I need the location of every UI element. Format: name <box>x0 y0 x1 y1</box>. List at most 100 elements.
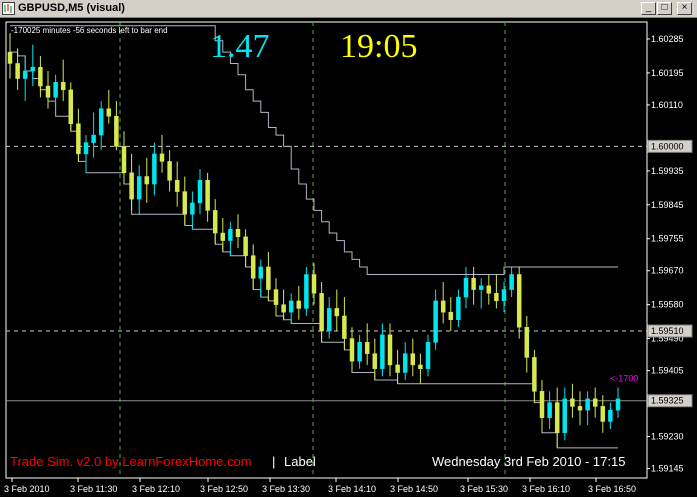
candle-body <box>266 266 271 290</box>
candle-body <box>471 278 476 290</box>
candle-body <box>288 300 294 313</box>
footer-label: Label <box>284 454 316 469</box>
candle-body <box>456 296 461 320</box>
candle-body <box>205 180 210 211</box>
candle-body <box>68 89 74 125</box>
candle-body <box>281 304 286 313</box>
chart-area[interactable]: 1.60285 1.60195 1.60110 1.60000 1.59935 1.598… <box>0 18 697 497</box>
candle-body <box>190 202 195 215</box>
time-axis-label: 3 Feb 15:30 <box>460 484 508 494</box>
candle-body <box>615 398 621 411</box>
candle-body <box>167 161 172 181</box>
price-axis-label: 1.59755 <box>651 234 684 244</box>
candle-body <box>418 364 423 369</box>
candle-body <box>273 289 279 305</box>
candle-body <box>425 342 431 369</box>
candle-body <box>53 82 58 98</box>
candle-body <box>516 274 522 328</box>
candle-body <box>600 406 606 422</box>
candle-body <box>212 210 218 234</box>
footer-separator: | <box>272 454 276 469</box>
candle-body <box>7 51 13 64</box>
candle-body <box>129 172 134 200</box>
time-axis-label: 3 Feb 12:50 <box>200 484 248 494</box>
candle-body <box>532 357 537 392</box>
candle-body <box>304 274 309 309</box>
candle-body <box>433 300 438 343</box>
candle-body <box>410 353 416 366</box>
candle-body <box>463 278 469 298</box>
window-titlebar[interactable]: GBPUSD,M5 (visual) _ □ × <box>0 0 697 18</box>
big-time-label: 19:05 <box>340 28 418 65</box>
candle-body <box>554 402 560 434</box>
candle-body <box>182 191 188 215</box>
price-axis-label: 1.59935 <box>651 166 684 176</box>
arrow-label: <-1700 <box>610 374 638 384</box>
candle-body <box>585 398 590 411</box>
window-title: GBPUSD,M5 (visual) <box>18 2 125 14</box>
candle-body <box>342 315 347 339</box>
close-button[interactable]: × <box>677 2 692 15</box>
price-axis-label: 1.59145 <box>651 464 684 474</box>
middle-price-marker: 1.59510 <box>651 326 684 336</box>
big-value-label: 1.47 <box>210 28 270 65</box>
time-axis-label: 3 Feb 2010 <box>4 484 50 494</box>
candle-body <box>364 342 370 354</box>
time-axis-label: 3 Feb 14:10 <box>328 484 376 494</box>
candle-body <box>577 406 583 411</box>
minimize-button[interactable]: _ <box>641 2 656 15</box>
candle-body <box>326 308 332 332</box>
candle-body <box>524 327 530 358</box>
candle-body <box>380 334 385 369</box>
candle-body <box>296 300 302 309</box>
candle-body <box>60 82 66 91</box>
candle-body <box>38 66 43 87</box>
candle-body <box>15 63 20 79</box>
candle-body <box>608 409 613 422</box>
candle-body <box>402 353 408 373</box>
candle-body <box>592 398 598 407</box>
current-price-marker: 1.59325 <box>651 396 684 406</box>
candle-body <box>30 66 36 72</box>
candle-body <box>144 176 150 185</box>
time-axis-label: 3 Feb 12:10 <box>132 484 180 494</box>
candle-body <box>174 180 180 192</box>
candle-body <box>448 311 454 320</box>
candle-body <box>334 308 340 317</box>
restore-button[interactable]: □ <box>657 2 672 15</box>
candle-body <box>106 108 112 117</box>
footer-brand: Trade Sim. v2.0 by LearnForexHome.com <box>10 454 252 469</box>
candle-body <box>372 353 378 369</box>
candle-body <box>440 300 446 313</box>
candle-body <box>562 398 568 434</box>
candle-body <box>539 391 545 418</box>
candle-body <box>98 108 104 136</box>
candle-body <box>152 153 157 185</box>
price-axis-label: 1.60110 <box>651 100 683 110</box>
time-axis-label: 3 Feb 14:50 <box>390 484 438 494</box>
price-axis-label: 1.59230 <box>651 432 684 442</box>
footer-date: Wednesday 3rd Feb 2010 - 17:15 <box>432 454 626 469</box>
candle-body <box>486 285 492 294</box>
candle-body <box>395 364 400 373</box>
candle-body <box>235 229 241 238</box>
candle-body <box>570 398 575 407</box>
candle-body <box>494 293 499 302</box>
candle-body <box>114 115 119 147</box>
candle-body <box>136 176 142 200</box>
candle-body <box>228 229 233 241</box>
time-axis-label: 3 Feb 16:50 <box>588 484 636 494</box>
candle-body <box>76 123 81 155</box>
candle-body <box>319 293 324 332</box>
price-axis-label: 1.59845 <box>651 200 684 210</box>
candle-body <box>357 342 362 362</box>
candle-body <box>83 142 89 155</box>
candle-body <box>501 289 507 302</box>
candle-body <box>478 285 484 290</box>
upper-band-line <box>10 25 618 275</box>
price-chart[interactable]: 1.60285 1.60195 1.60110 1.60000 1.59935 1.598… <box>0 18 697 497</box>
candle-body <box>121 146 127 173</box>
price-axis-label: 1.59670 <box>651 266 684 276</box>
candle-body <box>220 232 226 241</box>
price-axis-label: 1.59580 <box>651 300 684 310</box>
